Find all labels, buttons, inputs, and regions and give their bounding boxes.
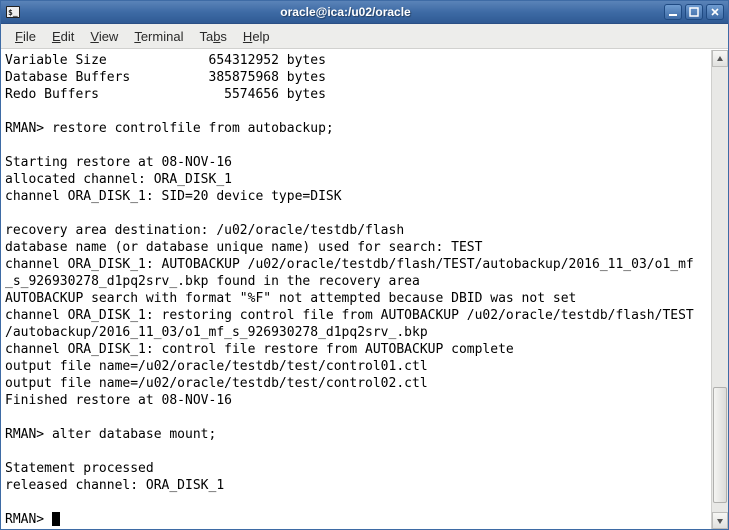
menu-tabs[interactable]: Tabs xyxy=(191,26,234,47)
close-button[interactable] xyxy=(706,4,724,20)
scroll-up-button[interactable] xyxy=(712,50,728,67)
window-controls xyxy=(664,4,724,20)
maximize-button[interactable] xyxy=(685,4,703,20)
scroll-down-button[interactable] xyxy=(712,512,728,529)
app-icon: $_ xyxy=(5,4,21,20)
menubar: File Edit View Terminal Tabs Help xyxy=(1,24,728,49)
terminal-cursor xyxy=(52,512,60,526)
menu-edit[interactable]: Edit xyxy=(44,26,82,47)
menu-file[interactable]: File xyxy=(7,26,44,47)
terminal-window: $_ oracle@ica:/u02/oracle File Edit View… xyxy=(0,0,729,530)
menu-view[interactable]: View xyxy=(82,26,126,47)
menu-terminal[interactable]: Terminal xyxy=(126,26,191,47)
terminal-area: Variable Size 654312952 bytes Database B… xyxy=(1,49,728,529)
svg-text:$_: $_ xyxy=(8,8,18,17)
minimize-button[interactable] xyxy=(664,4,682,20)
menu-help[interactable]: Help xyxy=(235,26,278,47)
scroll-thumb[interactable] xyxy=(713,387,727,503)
terminal-output[interactable]: Variable Size 654312952 bytes Database B… xyxy=(1,50,711,529)
window-title: oracle@ica:/u02/oracle xyxy=(27,5,664,19)
titlebar: $_ oracle@ica:/u02/oracle xyxy=(1,1,728,24)
scroll-track[interactable] xyxy=(712,67,728,512)
scrollbar xyxy=(711,50,728,529)
